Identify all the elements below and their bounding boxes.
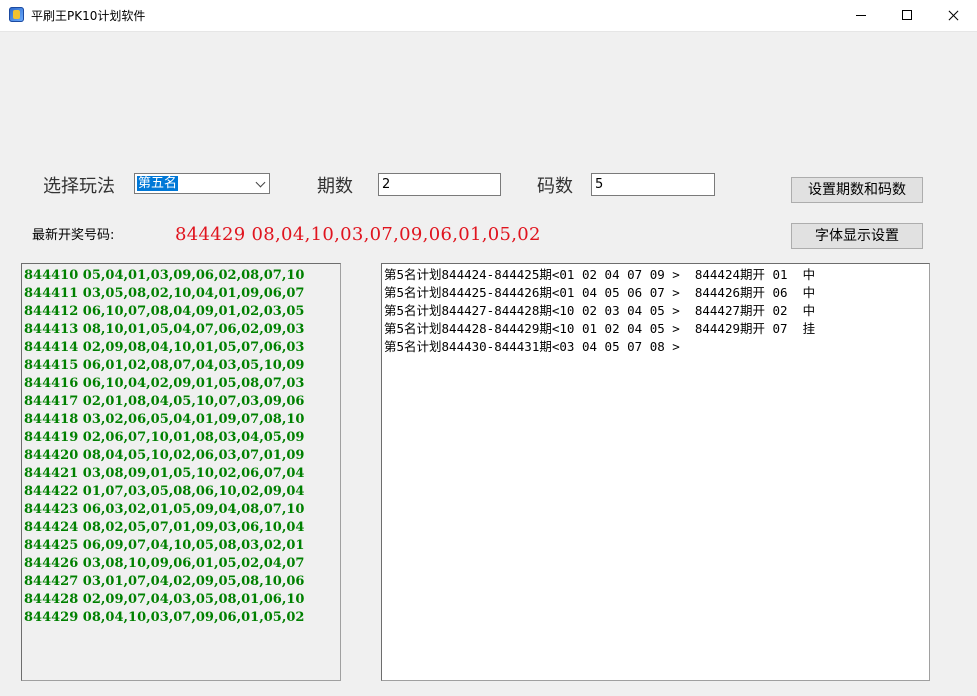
minimize-button[interactable]	[838, 0, 884, 31]
chevron-down-icon[interactable]	[255, 177, 266, 188]
history-row: 844423 06,03,02,01,05,09,04,08,07,10	[24, 502, 305, 517]
periods-input[interactable]: 2	[378, 173, 501, 196]
history-row: 844416 06,10,04,02,09,01,05,08,07,03	[24, 376, 305, 391]
mode-label: 选择玩法	[43, 176, 115, 197]
mode-select[interactable]: 第五名	[134, 173, 270, 194]
history-row: 844425 06,09,07,04,10,05,08,03,02,01	[24, 538, 305, 553]
history-row: 844420 08,04,05,10,02,06,03,07,01,09	[24, 448, 305, 463]
latest-label: 最新开奖号码:	[32, 228, 115, 243]
plan-list[interactable]: 第5名计划844424-844425期<01 02 04 07 09 > 844…	[381, 263, 930, 681]
close-button[interactable]	[930, 0, 976, 31]
history-row: 844411 03,05,08,02,10,04,01,09,06,07	[24, 286, 305, 301]
history-row: 844427 03,01,07,04,02,09,05,08,10,06	[24, 574, 305, 589]
history-row: 844415 06,01,02,08,07,04,03,05,10,09	[24, 358, 305, 373]
history-row: 844419 02,06,07,10,01,08,03,04,05,09	[24, 430, 305, 445]
history-row: 844429 08,04,10,03,07,09,06,01,05,02	[24, 610, 305, 625]
maximize-button[interactable]	[884, 0, 930, 31]
title-bar: 平刷王PK10计划软件	[0, 0, 977, 32]
history-row: 844417 02,01,08,04,05,10,07,03,09,06	[24, 394, 305, 409]
codes-input[interactable]: 5	[591, 173, 715, 196]
periods-label: 期数	[317, 176, 353, 197]
plan-row: 第5名计划844424-844425期<01 02 04 07 09 > 844…	[384, 267, 816, 282]
mode-select-value: 第五名	[137, 176, 179, 191]
plan-row: 第5名计划844427-844428期<10 02 03 04 05 > 844…	[384, 303, 816, 318]
font-settings-button[interactable]: 字体显示设置	[791, 223, 923, 249]
plan-row: 第5名计划844425-844426期<01 04 05 06 07 > 844…	[384, 285, 816, 300]
history-list[interactable]: 844410 05,04,01,03,09,06,02,08,07,10 8444…	[21, 263, 341, 681]
latest-draw-value: 844429 08,04,10,03,07,09,06,01,05,02	[175, 224, 541, 245]
history-row: 844418 03,02,06,05,04,01,09,07,08,10	[24, 412, 305, 427]
app-icon	[9, 7, 24, 22]
codes-label: 码数	[537, 176, 573, 197]
plan-row: 第5名计划844428-844429期<10 01 02 04 05 > 844…	[384, 321, 816, 336]
history-row: 844412 06,10,07,08,04,09,01,02,03,05	[24, 304, 305, 319]
history-row: 844426 03,08,10,09,06,01,05,02,04,07	[24, 556, 305, 571]
history-row: 844424 08,02,05,07,01,09,03,06,10,04	[24, 520, 305, 535]
history-row: 844413 08,10,01,05,04,07,06,02,09,03	[24, 322, 305, 337]
history-row: 844414 02,09,08,04,10,01,05,07,06,03	[24, 340, 305, 355]
set-periods-codes-button[interactable]: 设置期数和码数	[791, 177, 923, 203]
history-row: 844421 03,08,09,01,05,10,02,06,07,04	[24, 466, 305, 481]
history-row: 844422 01,07,03,05,08,06,10,02,09,04	[24, 484, 305, 499]
window-title: 平刷王PK10计划软件	[31, 9, 146, 23]
history-row: 844428 02,09,07,04,03,05,08,01,06,10	[24, 592, 305, 607]
plan-row: 第5名计划844430-844431期<03 04 05 07 08 >	[384, 339, 680, 354]
history-row: 844410 05,04,01,03,09,06,02,08,07,10	[24, 268, 305, 283]
